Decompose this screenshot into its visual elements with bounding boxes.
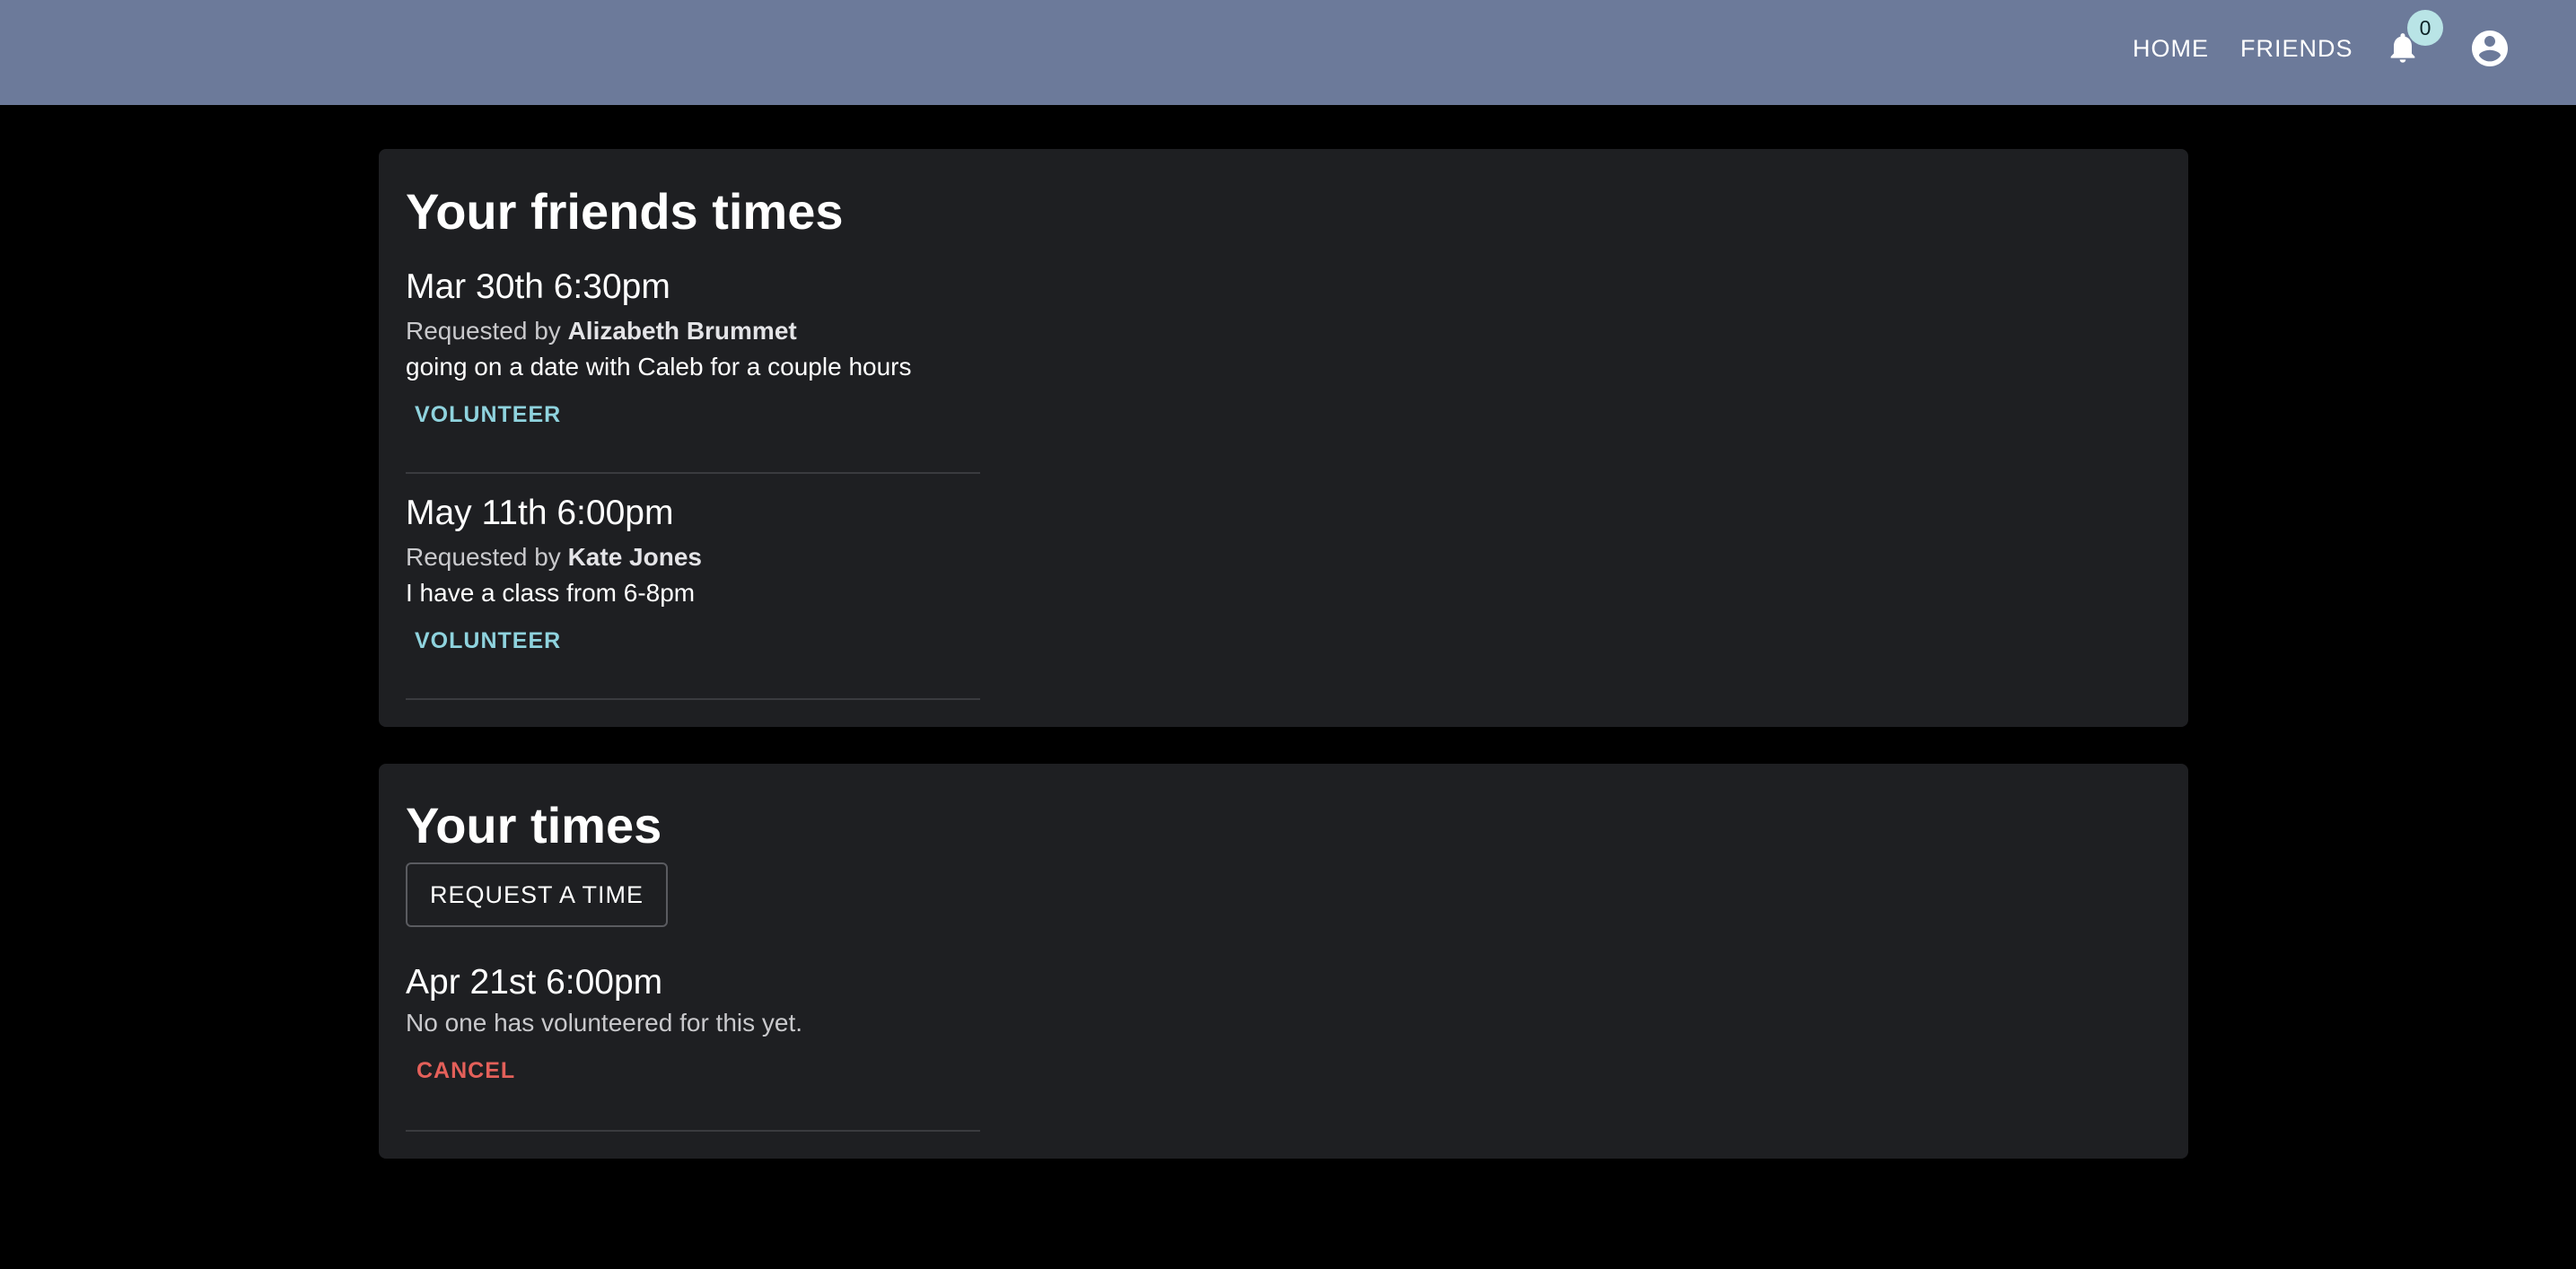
account-circle-icon (2472, 31, 2508, 66)
time-date: Mar 30th 6:30pm (406, 267, 670, 306)
time-date: Apr 21st 6:00pm (406, 963, 663, 1002)
request-a-time-button[interactable]: REQUEST A TIME (406, 862, 668, 927)
requester-name: Alizabeth Brummet (567, 317, 797, 345)
your-times-card: Your times REQUEST A TIME Apr 21st 6:00p… (379, 764, 2188, 1159)
requested-by-line: Requested by Alizabeth Brummet (406, 314, 980, 348)
app-bar: HOME FRIENDS 0 (0, 0, 2576, 105)
friend-time-item: May 11th 6:00pm Requested by Kate Jones … (406, 492, 980, 661)
account-button[interactable] (2468, 27, 2511, 70)
time-note: I have a class from 6-8pm (406, 579, 696, 607)
divider (406, 472, 980, 474)
cancel-button[interactable]: CANCEL (407, 1051, 524, 1091)
nav-home-link[interactable]: HOME (2133, 32, 2209, 65)
divider (406, 1130, 980, 1132)
notification-count-badge: 0 (2407, 10, 2443, 46)
time-note: going on a date with Caleb for a couple … (406, 353, 912, 381)
volunteer-button[interactable]: VOLUNTEER (406, 621, 570, 661)
friends-times-card: Your friends times Mar 30th 6:30pm Reque… (379, 149, 2188, 727)
volunteer-button[interactable]: VOLUNTEER (406, 395, 570, 435)
my-time-item: Apr 21st 6:00pm No one has volunteered f… (406, 961, 980, 1091)
requested-by-prefix: Requested by (406, 317, 561, 345)
friends-times-title: Your friends times (406, 183, 844, 240)
divider (406, 698, 980, 700)
requested-by-line: Requested by Kate Jones (406, 540, 980, 574)
volunteer-status: No one has volunteered for this yet. (406, 1009, 803, 1037)
nav-friends-link[interactable]: FRIENDS (2240, 32, 2353, 65)
time-date: May 11th 6:00pm (406, 494, 674, 532)
your-times-title: Your times (406, 797, 662, 853)
requester-name: Kate Jones (567, 543, 702, 571)
friend-time-item: Mar 30th 6:30pm Requested by Alizabeth B… (406, 266, 980, 435)
requested-by-prefix: Requested by (406, 543, 561, 571)
